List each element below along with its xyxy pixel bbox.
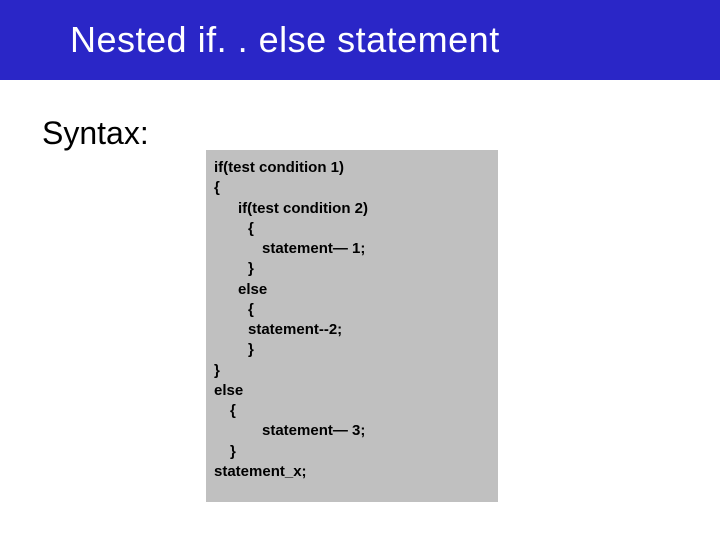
code-line: statement--2; [214,320,490,340]
code-line: } [214,259,490,279]
slide-header: Nested if. . else statement [0,0,720,80]
syntax-label: Syntax: [42,115,149,152]
code-line: else [214,280,490,300]
code-line: { [214,178,490,198]
code-line: { [214,219,490,239]
code-line: if(test condition 2) [214,199,490,219]
code-line: statement— 3; [214,421,490,441]
code-block: if(test condition 1) { if(test condition… [206,150,498,502]
code-line: } [214,361,490,381]
slide-title: Nested if. . else statement [70,19,500,61]
code-line: { [214,401,490,421]
code-line: if(test condition 1) [214,158,490,178]
code-line: statement— 1; [214,239,490,259]
code-line: statement_x; [214,462,490,482]
code-line: } [214,340,490,360]
code-line: else [214,381,490,401]
code-line: } [214,442,490,462]
code-line: { [214,300,490,320]
